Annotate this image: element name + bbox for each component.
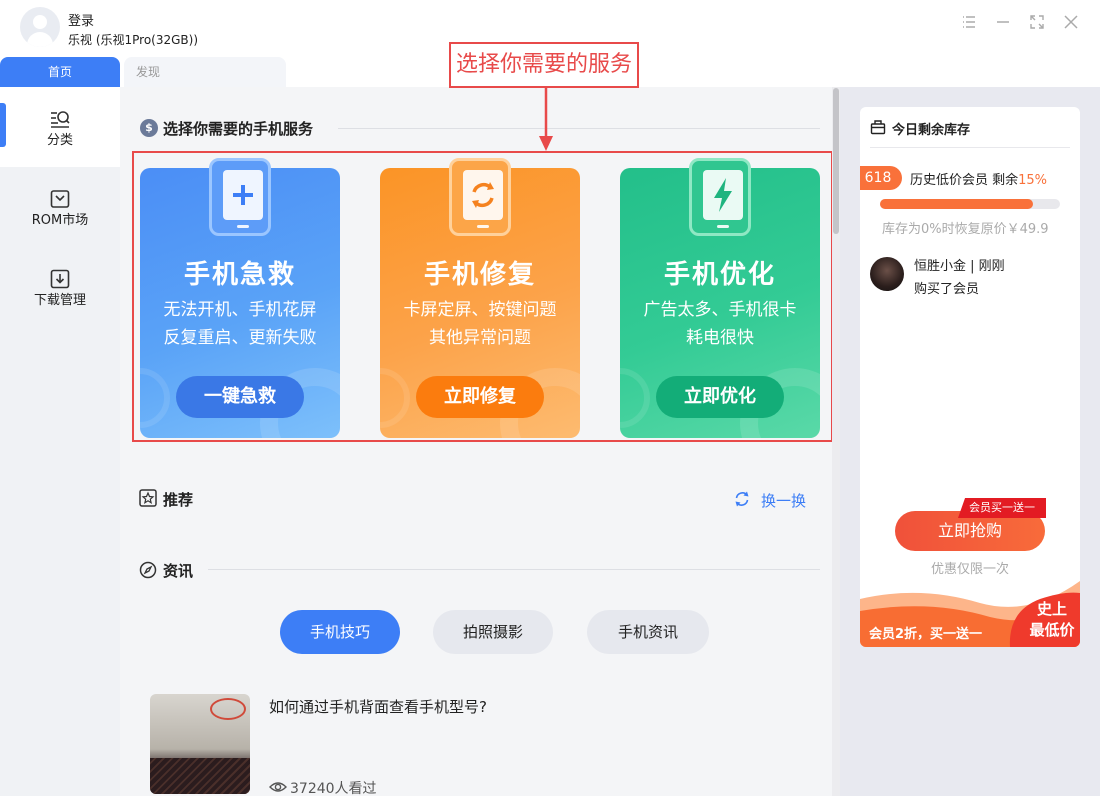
remaining-percent: 15% — [1018, 173, 1048, 188]
chip-phone-tips[interactable]: 手机技巧 — [280, 610, 400, 654]
chip-photography[interactable]: 拍照摄影 — [433, 610, 553, 654]
annotation-highlight-box — [132, 151, 833, 442]
annotation-label: 选择你需要的服务 — [449, 42, 639, 88]
promo-tag: 会员买一送一 — [958, 498, 1046, 518]
refresh-icon[interactable] — [734, 490, 750, 508]
lowest-price-badge: 史上 最低价 — [1022, 599, 1080, 641]
promo-banner[interactable]: 会员2折，买一送一 史上 最低价 — [860, 577, 1080, 647]
news-item-title[interactable]: 如何通过手机背面查看手机型号? — [269, 696, 487, 717]
section-divider — [338, 128, 820, 129]
sidebar-item-downloads[interactable]: 下载管理 — [0, 247, 120, 327]
close-icon[interactable] — [1061, 14, 1081, 34]
lowest-line-1: 史上 — [1036, 600, 1067, 618]
user-avatar[interactable] — [20, 7, 60, 47]
section-divider — [208, 569, 820, 570]
avatar-body-shape — [27, 32, 53, 47]
compass-icon — [139, 561, 157, 579]
device-name: 乐视 (乐视1Pro(32GB)) — [68, 33, 199, 47]
vip-stock-line: 历史低价会员 剩余15% — [910, 169, 1047, 188]
stock-progress-fill — [880, 199, 1033, 209]
panel-divider — [870, 147, 1070, 148]
sidebar-item-label: 分类 — [46, 133, 73, 148]
menu-icon[interactable] — [959, 14, 979, 34]
scrollbar-thumb[interactable] — [833, 88, 839, 234]
maximize-icon[interactable] — [1027, 14, 1047, 34]
thumbnail-circle-mark — [210, 698, 246, 720]
category-search-icon — [50, 109, 70, 129]
tab-discover[interactable]: 发现 — [124, 57, 286, 87]
sidebar-item-rom-market[interactable]: ROM市场 — [0, 167, 120, 247]
stock-progress-bar — [880, 199, 1060, 209]
star-icon — [139, 489, 157, 507]
news-view-count: 37240人看过 — [290, 781, 377, 796]
download-icon — [50, 269, 70, 289]
rom-market-icon — [50, 189, 70, 209]
news-title: 资讯 — [163, 562, 194, 580]
promo-618-badge: 618 — [860, 166, 902, 190]
sidebar-item-label: 下载管理 — [33, 293, 86, 308]
buyer-avatar — [870, 257, 904, 291]
chip-phone-news[interactable]: 手机资讯 — [587, 610, 709, 654]
sidebar: 分类 ROM市场 下载管理 — [0, 87, 120, 796]
annotation-arrow-icon — [538, 86, 554, 152]
refresh-button[interactable]: 换一换 — [761, 490, 806, 511]
services-section-title: 选择你需要的手机服务 — [163, 120, 314, 138]
promo-slogan: 会员2折，买一送一 — [869, 627, 983, 642]
buyer-name: 恒胜小金 | 刚刚 — [914, 259, 1005, 274]
vip-stock-text: 历史低价会员 剩余 — [910, 173, 1019, 188]
login-link[interactable]: 登录 — [68, 10, 94, 29]
news-thumbnail[interactable] — [150, 694, 250, 794]
service-icon: $ — [140, 119, 158, 137]
stock-panel: 今日剩余库存 618 历史低价会员 剩余15% 库存为0%时恢复原价￥49.9 … — [860, 107, 1080, 647]
restore-price-note: 库存为0%时恢复原价￥49.9 — [882, 222, 1049, 237]
buyer-action: 购买了会员 — [914, 282, 980, 297]
stock-panel-title: 今日剩余库存 — [892, 123, 971, 138]
recommend-title: 推荐 — [163, 491, 194, 509]
sidebar-item-category[interactable]: 分类 — [0, 87, 120, 167]
avatar-head-shape — [33, 15, 47, 29]
tab-home[interactable]: 首页 — [0, 57, 120, 87]
eye-icon — [269, 779, 287, 795]
gift-icon — [870, 119, 886, 135]
minimize-icon[interactable] — [993, 14, 1013, 34]
lowest-line-2: 最低价 — [1029, 621, 1075, 639]
sidebar-item-label: ROM市场 — [31, 213, 89, 228]
limit-note: 优惠仅限一次 — [930, 562, 1009, 577]
thumbnail-texture — [150, 758, 250, 794]
